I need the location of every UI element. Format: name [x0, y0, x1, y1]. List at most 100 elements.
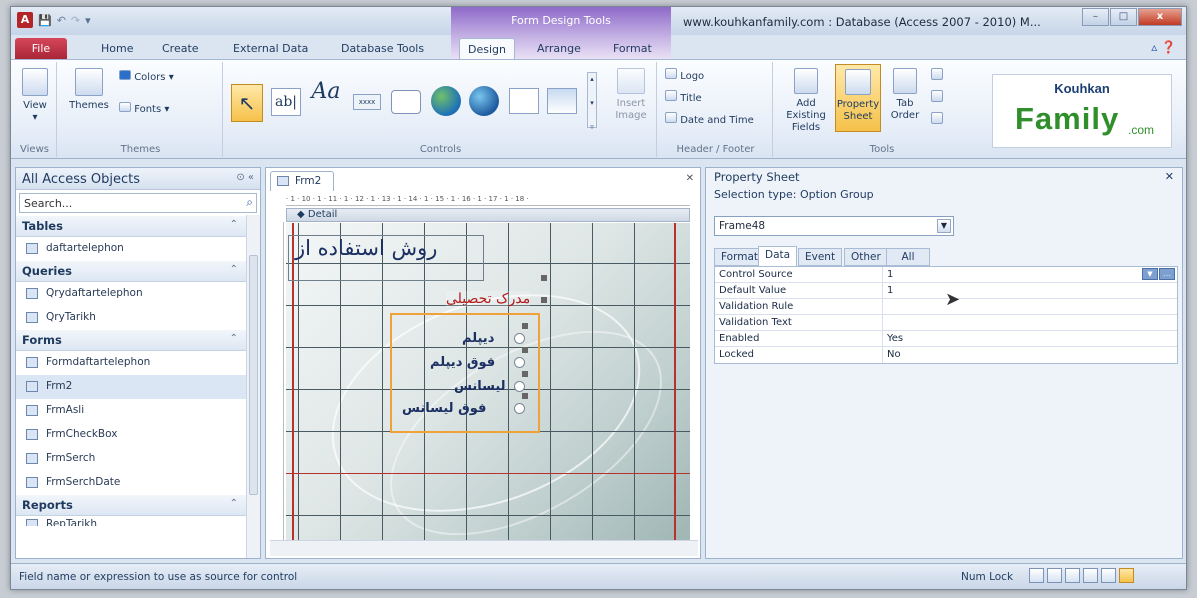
tab-home[interactable]: Home — [93, 38, 141, 59]
builder-icon[interactable]: … — [1159, 268, 1175, 280]
themes-button[interactable]: Themes — [67, 68, 111, 112]
document-tab-frm2[interactable]: Frm2 — [270, 171, 334, 191]
resize-handle[interactable] — [541, 297, 547, 303]
tab-arrange[interactable]: Arrange — [529, 38, 589, 59]
tab-external-data[interactable]: External Data — [225, 38, 316, 59]
nav-item[interactable]: FrmCheckBox — [16, 423, 246, 447]
datasheet-view-icon[interactable] — [1047, 568, 1062, 583]
property-value[interactable]: 1 ▼… — [883, 267, 1177, 282]
tab-format[interactable]: Format — [605, 38, 660, 59]
logo-button[interactable]: Logo — [665, 68, 704, 83]
property-row[interactable]: Validation Text — [715, 315, 1177, 331]
nav-item[interactable]: FrmSerchDate — [16, 471, 246, 495]
fonts-button[interactable]: Fonts ▾ — [119, 102, 169, 116]
close-icon[interactable]: ✕ — [1165, 170, 1174, 183]
tab-create[interactable]: Create — [154, 38, 207, 59]
date-time-button[interactable]: Date and Time — [665, 112, 754, 127]
collapse-chevron-icon[interactable]: ⌃ — [230, 264, 238, 275]
navigation-control-icon[interactable] — [509, 88, 539, 114]
option-radio[interactable] — [514, 381, 525, 392]
horizontal-scrollbar[interactable] — [270, 540, 698, 556]
undo-icon[interactable]: ↶ — [57, 14, 66, 27]
property-value[interactable] — [883, 315, 1177, 330]
search-icon[interactable]: ⌕ — [246, 195, 253, 210]
hyperlink-icon[interactable] — [431, 86, 461, 116]
form-view-icon[interactable] — [1029, 568, 1044, 583]
nav-scroll-thumb[interactable] — [249, 255, 258, 495]
detail-section-bar[interactable]: ◆ Detail — [286, 208, 690, 222]
property-row[interactable]: Enabled Yes — [715, 331, 1177, 347]
object-selector[interactable]: Frame48 ▼ — [714, 216, 954, 236]
option-label[interactable]: فوق لیسانس — [402, 401, 486, 416]
resize-handle[interactable] — [522, 393, 528, 399]
web-browser-icon[interactable] — [469, 86, 499, 116]
select-pointer-icon[interactable]: ↖ — [231, 84, 263, 122]
access-logo-icon[interactable]: A — [17, 12, 33, 28]
tab-order-button[interactable]: Tab Order — [885, 68, 925, 122]
insert-image-button[interactable]: Insert Image — [611, 68, 651, 122]
collapse-chevron-icon[interactable]: ⌃ — [230, 333, 238, 344]
save-icon[interactable]: 💾 — [38, 14, 52, 27]
help-icon[interactable]: ▵ ❓ — [1151, 40, 1176, 54]
nav-item-selected[interactable]: Frm2 — [16, 375, 246, 399]
tab-file[interactable]: File — [15, 38, 67, 59]
option-radio[interactable] — [514, 403, 525, 414]
tab-other[interactable]: Other — [844, 248, 888, 266]
property-value[interactable] — [883, 299, 1177, 314]
nav-item[interactable]: FrmAsli — [16, 399, 246, 423]
customize-qat-icon[interactable]: ▾ — [85, 14, 91, 27]
maximize-button[interactable]: □ — [1110, 8, 1137, 26]
add-existing-fields-button[interactable]: Add Existing Fields — [781, 68, 831, 134]
nav-header[interactable]: All Access Objects ⊙ « — [16, 168, 260, 190]
option-radio[interactable] — [514, 333, 525, 344]
minimize-button[interactable]: – — [1082, 8, 1109, 26]
chevron-down-icon[interactable]: ▼ — [937, 219, 951, 233]
redo-icon[interactable]: ↷ — [71, 14, 80, 27]
nav-search-input[interactable]: Search... ⌕ — [19, 193, 257, 213]
option-radio[interactable] — [514, 357, 525, 368]
resize-handle[interactable] — [541, 275, 547, 281]
nav-category-tables[interactable]: Tables ⌃ — [16, 216, 246, 237]
tab-design[interactable]: Design — [459, 38, 515, 59]
nav-category-forms[interactable]: Forms ⌃ — [16, 330, 246, 351]
nav-item[interactable]: QryTarikh — [16, 306, 246, 330]
property-sheet-button[interactable]: Property Sheet — [835, 64, 881, 132]
resize-handle[interactable] — [522, 323, 528, 329]
pivot-chart-icon[interactable] — [1083, 568, 1098, 583]
nav-item[interactable]: Formdaftartelephon — [16, 351, 246, 375]
property-value[interactable]: Yes — [883, 331, 1177, 346]
resize-handle[interactable] — [522, 371, 528, 377]
colors-button[interactable]: Colors ▾ — [119, 70, 174, 84]
tab-data[interactable]: Data — [758, 246, 798, 267]
option-label[interactable]: دیپلم — [462, 331, 494, 346]
tab-event[interactable]: Event — [798, 248, 843, 266]
tools-small-icons[interactable] — [929, 68, 945, 128]
tab-control-icon[interactable] — [391, 90, 421, 114]
layout-view-icon[interactable] — [1101, 568, 1116, 583]
option-label[interactable]: لیسانس — [454, 379, 506, 394]
nav-item[interactable]: Qrydaftartelephon — [16, 282, 246, 306]
design-view-icon[interactable] — [1119, 568, 1134, 583]
nav-item[interactable]: daftartelephon — [16, 237, 246, 261]
option-label[interactable]: فوق دیپلم — [430, 355, 495, 370]
collapse-chevron-icon[interactable]: ⌃ — [230, 498, 238, 509]
title-button[interactable]: Title — [665, 90, 702, 105]
collapse-chevron-icon[interactable]: ⌃ — [230, 219, 238, 230]
pivot-table-icon[interactable] — [1065, 568, 1080, 583]
nav-collapse-icon[interactable]: ⊙ « — [236, 172, 254, 183]
option-group-title[interactable]: مدرک تحصیلی — [446, 291, 531, 307]
nav-item[interactable]: RepTarikh — [16, 516, 246, 526]
form-title-label[interactable]: روش استفاده از — [288, 235, 484, 281]
property-row[interactable]: Locked No — [715, 347, 1177, 363]
text-box-icon[interactable]: ab| — [271, 88, 301, 116]
tab-all[interactable]: All — [886, 248, 930, 266]
view-button[interactable]: View ▾ — [19, 68, 51, 124]
property-value[interactable]: 1 — [883, 283, 1177, 298]
label-control-icon[interactable]: Aa — [309, 81, 343, 103]
nav-item[interactable]: FrmSerch — [16, 447, 246, 471]
close-document-icon[interactable]: ✕ — [686, 173, 694, 184]
form-canvas[interactable]: روش استفاده از مدرک تحصیلی دیپلم فوق دیپ… — [286, 223, 690, 540]
nav-category-queries[interactable]: Queries ⌃ — [16, 261, 246, 282]
button-control-icon[interactable]: xxxx — [353, 94, 381, 110]
property-value[interactable]: No — [883, 347, 1177, 363]
